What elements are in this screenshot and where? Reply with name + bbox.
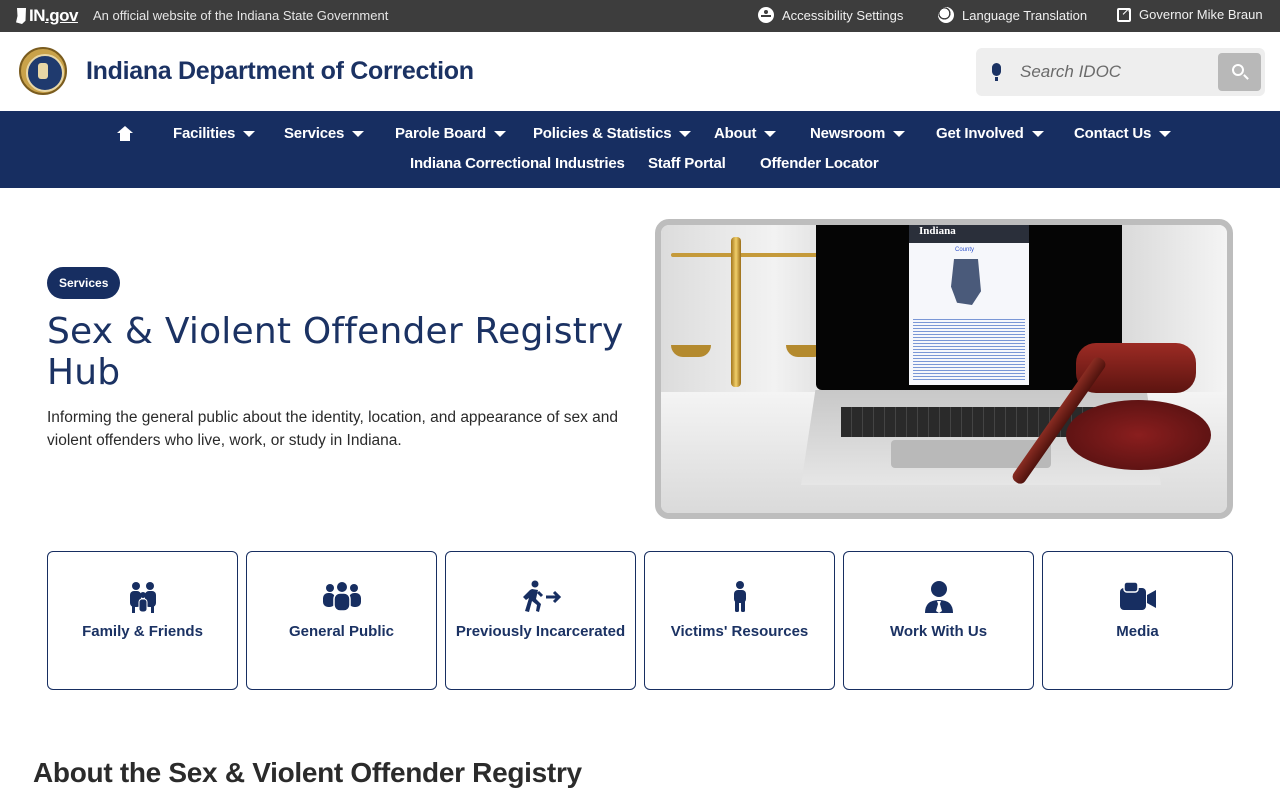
video-camera-icon (1043, 580, 1232, 614)
external-link-icon (1117, 4, 1131, 22)
card-label: Family & Friends (82, 623, 203, 640)
indiana-state-icon (16, 8, 26, 24)
user-tie-icon (844, 580, 1033, 614)
search-button[interactable] (1218, 53, 1261, 91)
globe-icon (938, 7, 954, 23)
nav-facilities-label: Facilities (173, 125, 236, 142)
screen-subheading: County (955, 247, 975, 253)
card-victims-resources[interactable]: Victims' Resources (644, 551, 835, 690)
nav-home[interactable] (117, 126, 133, 141)
nav-about-label: About (714, 125, 757, 142)
chevron-down-icon (493, 130, 506, 137)
accessibility-settings-label: Accessibility Settings (782, 7, 904, 23)
main-navigation: Facilities Services Parole Board Policie… (0, 111, 1280, 188)
language-translation-link[interactable]: Language Translation (938, 7, 1087, 23)
nav-offender-locator[interactable]: Offender Locator (760, 155, 879, 172)
nav-get-involved[interactable]: Get Involved (936, 125, 1044, 142)
idoc-seal-logo[interactable] (19, 47, 67, 95)
nav-policies-statistics[interactable]: Policies & Statistics (533, 125, 692, 142)
nav-services-label: Services (284, 125, 345, 142)
home-icon (117, 126, 133, 141)
family-icon (48, 580, 237, 614)
utility-bar: IN .gov An official website of the Indian… (0, 0, 1280, 32)
person-icon (645, 580, 834, 614)
microphone-icon[interactable] (992, 63, 1001, 81)
in-gov-logo[interactable]: IN .gov (16, 6, 78, 26)
accessibility-icon (758, 7, 774, 23)
card-label: Victims' Resources (670, 623, 809, 640)
chevron-down-icon (679, 130, 692, 137)
in-gov-logo-suffix: .gov (45, 6, 78, 25)
chevron-down-icon (893, 130, 906, 137)
screen-heading: Indiana (909, 225, 1029, 243)
walking-person-arrow-icon (446, 580, 635, 614)
card-work-with-us[interactable]: Work With Us (843, 551, 1034, 690)
hero-image-laptop-gavel: Indiana County (655, 219, 1233, 519)
card-family-friends[interactable]: Family & Friends (47, 551, 238, 690)
nav-staff-portal-label: Staff Portal (648, 155, 726, 172)
county-list-lines (913, 317, 1025, 381)
nav-staff-portal[interactable]: Staff Portal (648, 155, 726, 172)
search-icon (1232, 64, 1244, 76)
group-icon (247, 580, 436, 614)
card-label: Media (1116, 623, 1159, 640)
card-previously-incarcerated[interactable]: Previously Incarcerated (445, 551, 636, 690)
nav-services[interactable]: Services (284, 125, 365, 142)
nav-newsroom[interactable]: Newsroom (810, 125, 906, 142)
hero-description: Informing the general public about the i… (47, 409, 619, 449)
official-website-text: An official website of the Indiana State… (93, 8, 389, 23)
indiana-map-thumbnail (951, 259, 981, 305)
nav-offender-locator-label: Offender Locator (760, 155, 879, 172)
chevron-down-icon (243, 130, 256, 137)
nav-contact-us[interactable]: Contact Us (1074, 125, 1172, 142)
site-header: Indiana Department of Correction (0, 32, 1280, 111)
search-bar (976, 48, 1265, 96)
scale-of-justice (731, 237, 741, 387)
nav-newsroom-label: Newsroom (810, 125, 886, 142)
nav-correctional-industries[interactable]: Indiana Correctional Industries (410, 155, 625, 172)
scale-beam (671, 253, 821, 257)
card-general-public[interactable]: General Public (246, 551, 437, 690)
card-label: General Public (288, 623, 395, 640)
gavel-sound-block (1066, 400, 1211, 470)
chevron-down-icon (1159, 130, 1172, 137)
nav-about[interactable]: About (714, 125, 777, 142)
section-heading: About the Sex & Violent Offender Registr… (33, 757, 582, 788)
language-translation-label: Language Translation (962, 7, 1088, 23)
search-input[interactable] (1020, 58, 1210, 86)
card-media[interactable]: Media (1042, 551, 1233, 690)
chevron-down-icon (1031, 130, 1044, 137)
nav-contact-us-label: Contact Us (1074, 125, 1152, 142)
card-label: Previously Incarcerated (455, 623, 626, 640)
nav-correctional-industries-label: Indiana Correctional Industries (410, 155, 625, 172)
agency-name[interactable]: Indiana Department of Correction (86, 57, 474, 86)
governor-link[interactable]: Governor Mike Braun (1117, 4, 1263, 22)
chevron-down-icon (352, 130, 365, 137)
scale-pan-left (671, 345, 711, 357)
nav-get-involved-label: Get Involved (936, 125, 1024, 142)
page-title: Sex & Violent Offender Registry Hub (47, 311, 624, 393)
in-gov-logo-text: IN (29, 6, 46, 25)
accessibility-settings-link[interactable]: Accessibility Settings (758, 7, 903, 23)
governor-link-label: Governor Mike Braun (1139, 7, 1263, 22)
nav-parole-board[interactable]: Parole Board (395, 125, 506, 142)
chevron-down-icon (764, 130, 777, 137)
nav-parole-board-label: Parole Board (395, 125, 486, 142)
card-label: Work With Us (889, 623, 988, 640)
services-badge[interactable]: Services (47, 267, 121, 299)
nav-facilities[interactable]: Facilities (173, 125, 256, 142)
nav-policies-statistics-label: Policies & Statistics (533, 125, 672, 142)
registry-webpage-on-screen: Indiana County (909, 225, 1029, 385)
